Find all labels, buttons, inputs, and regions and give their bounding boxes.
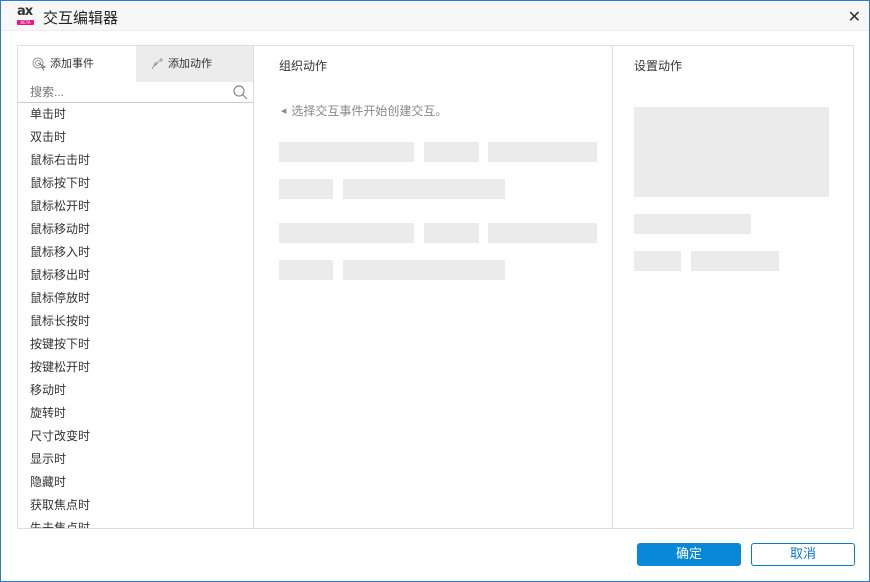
placeholder-block <box>488 142 597 162</box>
title-bar: ax BETA 交互编辑器 ✕ <box>1 1 869 31</box>
event-item[interactable]: 鼠标长按时 <box>18 310 253 333</box>
event-item[interactable]: 隐藏时 <box>18 471 253 494</box>
tab-add-action[interactable]: 添加动作 <box>136 46 253 82</box>
placeholder-block <box>279 142 414 162</box>
placeholder-block <box>488 223 597 243</box>
event-item[interactable]: 获取焦点时 <box>18 494 253 517</box>
placeholder-block <box>279 223 414 243</box>
placeholder-block <box>634 107 829 197</box>
placeholder-block <box>424 223 479 243</box>
organize-actions-panel: 组织动作 ◀ 选择交互事件开始创建交互。 <box>255 46 613 528</box>
editor-content: 添加事件 添加动作 单击时双击时鼠标右击时鼠标按下时鼠标松开时鼠标移动时鼠标移入… <box>17 45 854 529</box>
search-input[interactable] <box>18 82 218 102</box>
event-item[interactable]: 单击时 <box>18 103 253 126</box>
placeholder-block <box>634 251 681 271</box>
event-item[interactable]: 按键按下时 <box>18 333 253 356</box>
event-item[interactable]: 鼠标松开时 <box>18 195 253 218</box>
sparkle-icon <box>151 58 163 70</box>
event-item[interactable]: 显示时 <box>18 448 253 471</box>
caret-left-icon: ◀ <box>281 107 287 115</box>
dialog-title: 交互编辑器 <box>43 9 119 27</box>
event-item[interactable]: 尺寸改变时 <box>18 425 253 448</box>
event-item[interactable]: 失去焦点时 <box>18 517 253 528</box>
tab-add-event[interactable]: 添加事件 <box>18 46 136 82</box>
event-item[interactable]: 旋转时 <box>18 402 253 425</box>
event-item[interactable]: 鼠标停放时 <box>18 287 253 310</box>
event-item[interactable]: 按键松开时 <box>18 356 253 379</box>
placeholder-block <box>343 260 505 280</box>
tab-label: 添加事件 <box>50 57 94 70</box>
event-item[interactable]: 鼠标按下时 <box>18 172 253 195</box>
cursor-click-icon <box>32 57 46 71</box>
panel-title: 组织动作 <box>279 59 328 73</box>
axure-logo-icon: ax BETA <box>17 4 34 25</box>
event-item[interactable]: 鼠标右击时 <box>18 149 253 172</box>
event-item[interactable]: 移动时 <box>18 379 253 402</box>
event-item[interactable]: 鼠标移动时 <box>18 218 253 241</box>
empty-hint: ◀ 选择交互事件开始创建交互。 <box>281 104 448 118</box>
placeholder-block <box>279 179 333 199</box>
search-icon[interactable] <box>233 85 248 100</box>
event-item[interactable]: 双击时 <box>18 126 253 149</box>
event-item[interactable]: 鼠标移出时 <box>18 264 253 287</box>
placeholder-block <box>691 251 779 271</box>
placeholder-block <box>279 260 333 280</box>
interaction-editor-dialog: ax BETA 交互编辑器 ✕ 添加事件 添加动作 单击时双击时鼠标右击时鼠标按… <box>0 0 870 582</box>
close-icon[interactable]: ✕ <box>848 7 861 26</box>
placeholder-block <box>424 142 479 162</box>
events-panel: 添加事件 添加动作 单击时双击时鼠标右击时鼠标按下时鼠标松开时鼠标移动时鼠标移入… <box>18 46 254 528</box>
ok-button[interactable]: 确定 <box>637 543 741 566</box>
placeholder-block <box>343 179 505 199</box>
event-search <box>18 82 253 103</box>
tab-label: 添加动作 <box>168 57 212 70</box>
action-settings-panel: 设置动作 <box>614 46 853 528</box>
panel-title: 设置动作 <box>634 59 683 73</box>
placeholder-block <box>634 214 751 234</box>
event-list: 单击时 双击时 鼠标右击时 鼠标按下时 鼠标松开时 鼠标移动时 鼠标移入时 鼠标移出时 鼠标停放… <box>18 103 253 528</box>
event-item[interactable]: 鼠标移入时 <box>18 241 253 264</box>
cancel-button[interactable]: 取消 <box>751 543 855 566</box>
